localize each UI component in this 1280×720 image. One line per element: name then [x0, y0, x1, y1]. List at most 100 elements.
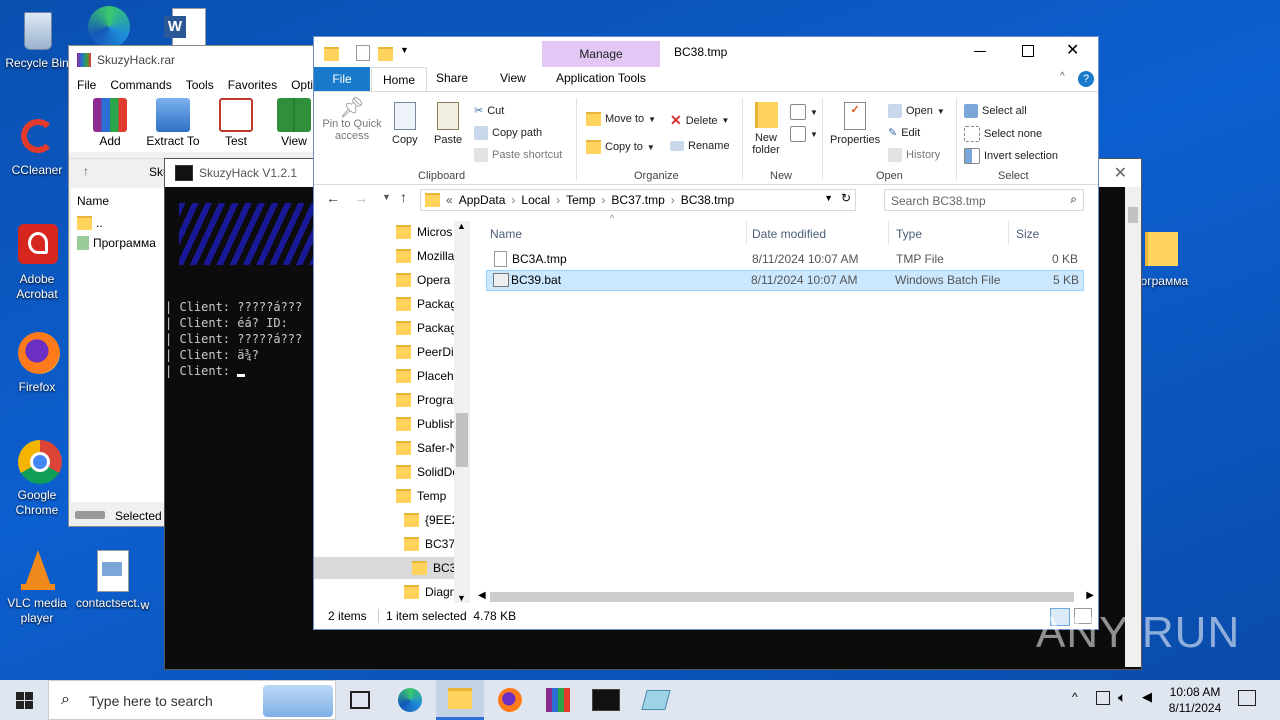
select-none-button[interactable]: Select none [964, 126, 1042, 142]
file-explorer-window[interactable]: ▼ Manage BC38.tmp ✕ File Home Share View… [313, 36, 1099, 630]
desktop-icon-ccleaner[interactable]: CCleaner [2, 115, 72, 178]
tab-home[interactable]: Home [371, 67, 427, 91]
scroll-up-icon[interactable]: ▲ [457, 221, 466, 231]
tree-item[interactable]: Placeh [396, 365, 454, 387]
qa-dropdown-icon[interactable]: ▼ [400, 45, 409, 55]
edit-button[interactable]: ✎ Edit [888, 126, 920, 140]
start-button[interactable] [0, 680, 48, 720]
desktop-icon-edge[interactable] [88, 6, 136, 48]
tab-manage[interactable]: Manage [542, 41, 660, 67]
test-button[interactable]: Test [211, 96, 261, 152]
taskbar-console[interactable] [582, 680, 630, 720]
properties-button[interactable]: ✓ Properties [830, 102, 880, 146]
minimize-icon[interactable] [974, 51, 986, 52]
scroll-thumb[interactable] [490, 592, 1074, 602]
tree-item[interactable]: Mozilla [396, 245, 454, 267]
breadcrumb-overflow[interactable]: « [446, 193, 453, 207]
task-view-button[interactable] [336, 680, 384, 720]
rename-button[interactable]: Rename [670, 140, 730, 152]
paste-shortcut-button[interactable]: Paste shortcut [474, 148, 562, 162]
column-header-type[interactable]: Type [896, 227, 922, 241]
search-input[interactable]: Type here to search [89, 693, 213, 709]
tree-item-temp[interactable]: Temp [396, 485, 446, 507]
desktop-icon-firefox[interactable]: Firefox [2, 332, 72, 395]
properties-check-icon[interactable] [356, 45, 370, 61]
console-scrollbar[interactable] [1125, 187, 1141, 667]
desktop-icon-vlc[interactable]: VLC media player [2, 548, 72, 626]
forward-arrow-icon[interactable]: → [354, 190, 368, 206]
file-row[interactable]: BC3A.tmp 8/11/2024 10:07 AM TMP File 0 K… [486, 249, 1084, 270]
cut-command[interactable]: ✂ Cut [474, 104, 504, 118]
tree-item[interactable]: Publish [396, 413, 456, 435]
column-header-size[interactable]: Size [1016, 227, 1039, 241]
copy-to-button[interactable]: Copy to ▼ [586, 140, 655, 154]
up-arrow-icon[interactable]: ↑ [83, 164, 89, 178]
search-input[interactable]: Search BC38.tmp [891, 194, 986, 208]
scroll-right-icon[interactable]: ▶ [1086, 590, 1094, 601]
select-all-button[interactable]: Select all [964, 104, 1027, 118]
invert-selection-button[interactable]: Invert selection [964, 148, 1058, 164]
show-hidden-icons-icon[interactable]: ^ [1072, 690, 1078, 704]
address-bar[interactable]: « AppData › Local › Temp › BC37.tmp › BC38.t… [420, 189, 856, 211]
tree-item-bc38[interactable]: BC3 [412, 557, 456, 579]
tree-item[interactable]: Diagn [404, 581, 456, 603]
new-item-button[interactable]: ▼ [790, 104, 818, 120]
new-folder-qa-icon[interactable] [378, 46, 393, 61]
taskbar-winrar[interactable] [534, 680, 582, 720]
taskbar-edge[interactable] [386, 680, 434, 720]
tree-item[interactable]: SolidDo [396, 461, 459, 483]
file-row-selected[interactable]: BC39.bat 8/11/2024 10:07 AM Windows Batc… [486, 270, 1084, 291]
desktop-icon-chrome[interactable]: Google Chrome [2, 440, 72, 518]
column-header-name[interactable]: Name [77, 194, 109, 208]
breadcrumb-temp[interactable]: Temp [566, 193, 595, 207]
tab-view[interactable]: View [500, 71, 526, 85]
scroll-thumb[interactable] [1128, 207, 1138, 223]
tree-item[interactable]: Progran [396, 389, 460, 411]
paste-button[interactable]: Paste [434, 102, 462, 146]
menu-file[interactable]: File [77, 78, 96, 92]
quick-access-folder-icon[interactable] [324, 46, 339, 61]
search-box[interactable]: Search BC38.tmp ⌕ [884, 189, 1084, 211]
taskbar-search-box[interactable]: ⌕ Type here to search [48, 680, 336, 720]
breadcrumb-bc38[interactable]: BC38.tmp [681, 193, 734, 207]
maximize-icon[interactable] [1022, 45, 1034, 57]
tree-item[interactable]: Safer-N [396, 437, 458, 459]
pin-quick-access-button[interactable]: 📌︎ Pin to Quick access [320, 98, 384, 142]
clock[interactable]: 10:08 AM 8/11/2024 [1160, 684, 1230, 716]
menu-tools[interactable]: Tools [186, 78, 214, 92]
column-header-name[interactable]: Name [490, 227, 522, 241]
tree-scrollbar[interactable]: ▲ ▼ [454, 221, 470, 603]
winrar-titlebar[interactable]: SkuzyHack.rar [69, 46, 329, 74]
move-to-button[interactable]: Move to ▼ [586, 112, 656, 126]
tree-item[interactable]: Packag [396, 317, 457, 339]
notification-icon[interactable] [1238, 690, 1256, 706]
history-button[interactable]: History [888, 148, 940, 162]
list-item[interactable]: .. [77, 216, 103, 230]
tree-item-bc37[interactable]: BC37. [404, 533, 458, 555]
back-arrow-icon[interactable]: ← [326, 190, 340, 206]
recent-chevron-icon[interactable]: ▼ [382, 192, 391, 202]
tab-share[interactable]: Share [436, 71, 468, 85]
copy-path-button[interactable]: Copy path [474, 126, 542, 140]
scroll-thumb[interactable] [456, 413, 468, 467]
tab-file[interactable]: File [314, 67, 370, 91]
breadcrumb-bc37[interactable]: BC37.tmp [611, 193, 664, 207]
speaker-icon[interactable]: 🔈︎ [1118, 689, 1126, 706]
volume-icon[interactable]: ◀ [1142, 689, 1152, 705]
tree-item[interactable]: Micros [396, 221, 452, 243]
desktop-icon-acrobat[interactable]: Adobe Acrobat [2, 224, 72, 302]
menu-favorites[interactable]: Favorites [228, 78, 277, 92]
new-folder-button[interactable]: New folder [750, 102, 782, 156]
tab-application-tools[interactable]: Application Tools [556, 71, 646, 85]
add-button[interactable]: Add [85, 96, 135, 152]
extract-to-button[interactable]: Extract To [143, 96, 203, 152]
breadcrumb-local[interactable]: Local [521, 193, 550, 207]
copy-button[interactable]: Copy [392, 102, 418, 146]
close-icon[interactable]: ✕ [1066, 40, 1079, 60]
network-icon[interactable] [1096, 691, 1110, 705]
tree-item[interactable]: Packag [396, 293, 457, 315]
help-icon[interactable]: ? [1078, 71, 1094, 87]
column-header-date[interactable]: Date modified [752, 227, 826, 241]
desktop-icon-word[interactable]: W [164, 8, 206, 48]
open-button[interactable]: Open ▼ [888, 104, 945, 118]
